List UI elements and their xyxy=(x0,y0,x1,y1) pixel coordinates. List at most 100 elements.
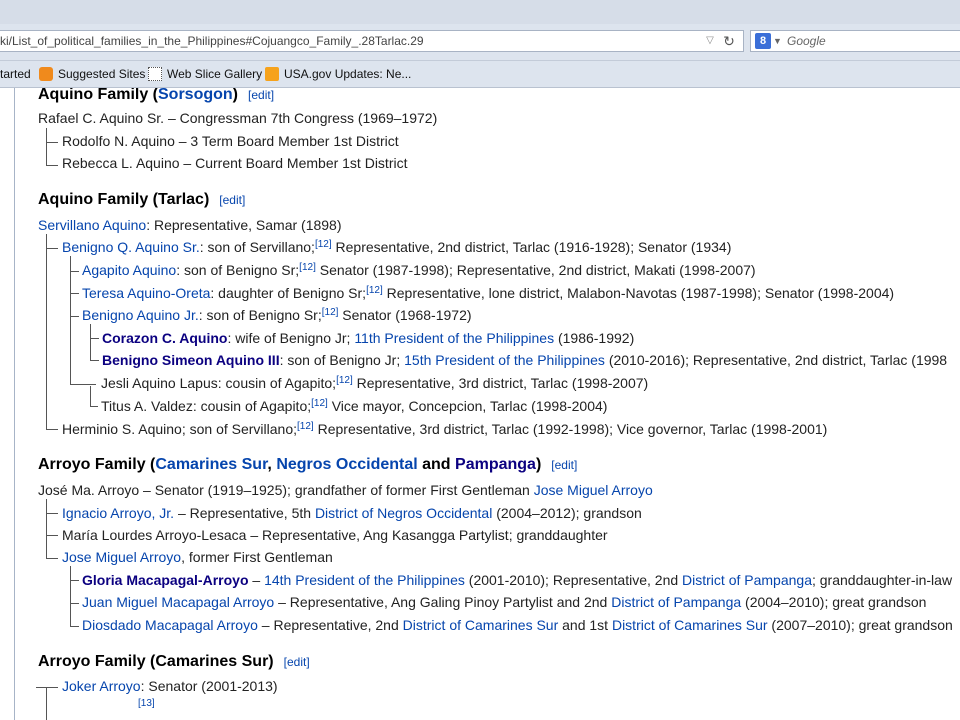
list-item: Herminio S. Aquino; son of Servillano;[1… xyxy=(62,421,828,437)
list-item: Gloria Macapagal-Arroyo – 14th President… xyxy=(82,572,953,588)
list-item: Corazon C. Aquino: wife of Benigno Jr; 1… xyxy=(102,330,635,346)
list-item: Teresa Aquino-Oreta: daughter of Benigno… xyxy=(82,285,895,301)
heading-link-camarines-sur[interactable]: Camarines Sur xyxy=(155,456,267,473)
person-link[interactable]: Joker Arroyo xyxy=(62,678,141,694)
title-strip xyxy=(0,0,960,24)
tree-connector xyxy=(46,234,47,429)
list-item: Benigno Aquino Jr.: son of Benigno Sr;[1… xyxy=(82,307,472,323)
citation-link[interactable]: [12] xyxy=(322,307,339,318)
tree-connector xyxy=(46,535,58,536)
citation-link[interactable]: [12] xyxy=(297,421,314,432)
list-item: Titus A. Valdez: cousin of Agapito;[12] … xyxy=(101,398,608,414)
list-item: Ignacio Arroyo, Jr. – Representative, 5t… xyxy=(62,505,642,521)
search-input[interactable]: Google xyxy=(787,31,826,51)
person-link[interactable]: Corazon C. Aquino xyxy=(102,330,227,346)
district-link[interactable]: District of Pampanga xyxy=(682,572,812,588)
office-link[interactable]: 11th President of the Philippines xyxy=(354,330,554,346)
section-heading-arroyo-camarines-sur: Arroyo Family (Camarines Sur) [edit] xyxy=(38,653,310,670)
rss-feed-icon xyxy=(265,67,279,81)
office-link[interactable]: 14th President of the Philippines xyxy=(264,572,465,588)
heading-link-negros-occidental[interactable]: Negros Occidental xyxy=(276,456,417,473)
bookmark-web-slice-gallery[interactable]: Web Slice Gallery xyxy=(148,66,262,82)
list-item: María Lourdes Arroyo-Lesaca – Representa… xyxy=(62,527,608,543)
person-link[interactable]: Servillano Aquino xyxy=(38,217,146,233)
citation-link[interactable]: [12] xyxy=(336,375,353,386)
address-url[interactable]: ki/List_of_political_families_in_the_Phi… xyxy=(0,31,424,51)
bookmark-getting-started[interactable]: tarted xyxy=(0,66,31,82)
list-item: Servillano Aquino: Representative, Samar… xyxy=(38,217,342,233)
bookmark-usa-gov[interactable]: USA.gov Updates: Ne... xyxy=(265,66,411,82)
tree-connector xyxy=(36,687,58,688)
search-engine-icon[interactable]: 8 xyxy=(755,33,771,49)
tree-connector xyxy=(90,386,91,406)
district-link[interactable]: District of Camarines Sur xyxy=(612,617,768,633)
citation-link[interactable]: [12] xyxy=(315,239,332,250)
list-item: Jesli Aquino Lapus: cousin of Agapito;[1… xyxy=(101,375,649,391)
list-item: Joker Arroyo: Senator (2001-2013) xyxy=(62,678,278,694)
edit-link[interactable]: [edit] xyxy=(284,655,310,669)
tree-connector xyxy=(70,293,79,294)
person-link[interactable]: Gloria Macapagal-Arroyo xyxy=(82,572,249,588)
tree-connector xyxy=(46,128,47,165)
edit-link[interactable]: [edit] xyxy=(551,458,577,472)
person-link[interactable]: Juan Miguel Macapagal Arroyo xyxy=(82,594,274,610)
section-heading-arroyo-family: Arroyo Family (Camarines Sur, Negros Occ… xyxy=(38,456,578,473)
citation-link[interactable]: [12] xyxy=(311,398,328,409)
person-link[interactable]: Benigno Aquino Jr. xyxy=(82,307,199,323)
person-link[interactable]: Benigno Simeon Aquino III xyxy=(102,352,280,368)
tree-connector xyxy=(46,558,58,559)
tree-connector xyxy=(46,499,47,558)
list-item: Benigno Simeon Aquino III: son of Benign… xyxy=(102,352,948,368)
search-box[interactable]: 8 ▼ Google xyxy=(750,30,960,52)
tree-connector xyxy=(70,271,79,272)
tree-connector xyxy=(70,626,79,627)
list-item: Diosdado Macapagal Arroyo – Representati… xyxy=(82,617,953,633)
citation-link[interactable]: [13] xyxy=(138,698,155,709)
citation-link[interactable]: [12] xyxy=(366,285,383,296)
person-link[interactable]: Agapito Aquino xyxy=(82,262,176,278)
tree-connector xyxy=(46,165,58,166)
list-item: Rebecca L. Aquino – Current Board Member… xyxy=(62,155,408,171)
address-bar[interactable]: ki/List_of_political_families_in_the_Phi… xyxy=(0,30,744,52)
person-link[interactable]: Benigno Q. Aquino Sr. xyxy=(62,239,200,255)
tree-connector xyxy=(46,513,58,514)
person-link[interactable]: Ignacio Arroyo, Jr. xyxy=(62,505,174,521)
office-link[interactable]: 15th President of the Philippines xyxy=(404,352,605,368)
district-link[interactable]: District of Camarines Sur xyxy=(403,617,559,633)
tree-connector xyxy=(90,360,99,361)
search-engine-dropdown-icon[interactable]: ▼ xyxy=(773,31,782,51)
district-link[interactable]: District of Negros Occidental xyxy=(315,505,492,521)
tree-connector xyxy=(46,687,47,720)
list-item: [13] xyxy=(138,698,155,714)
tree-connector xyxy=(70,384,96,385)
tree-connector xyxy=(70,603,79,604)
chevron-down-icon[interactable]: ▽ xyxy=(703,31,717,51)
person-link[interactable]: Teresa Aquino-Oreta xyxy=(82,285,210,301)
address-toolbar: ki/List_of_political_families_in_the_Phi… xyxy=(0,24,960,61)
person-link[interactable]: Jose Miguel Arroyo xyxy=(534,482,653,498)
bookmark-suggested-sites[interactable]: Suggested Sites xyxy=(39,66,145,82)
list-item: José Ma. Arroyo – Senator (1919–1925); g… xyxy=(38,482,653,498)
list-item: Rodolfo N. Aquino – 3 Term Board Member … xyxy=(62,133,399,149)
tree-connector xyxy=(46,429,58,430)
list-item: Benigno Q. Aquino Sr.: son of Servillano… xyxy=(62,239,732,255)
suggested-sites-icon xyxy=(39,67,53,81)
citation-link[interactable]: [12] xyxy=(299,262,316,273)
edit-link[interactable]: [edit] xyxy=(219,193,245,207)
heading-link-pampanga[interactable]: Pampanga xyxy=(455,456,536,473)
refresh-icon[interactable]: ↻ xyxy=(721,31,737,51)
web-slice-icon xyxy=(148,67,162,81)
list-item: Jose Miguel Arroyo, former First Gentlem… xyxy=(62,549,333,565)
person-link[interactable]: Diosdado Macapagal Arroyo xyxy=(82,617,258,633)
tree-connector xyxy=(70,316,79,317)
heading-link-sorsogon[interactable]: Sorsogon xyxy=(158,88,233,103)
tree-connector xyxy=(90,406,98,407)
district-link[interactable]: District of Pampanga xyxy=(611,594,741,610)
person-link[interactable]: Jose Miguel Arroyo xyxy=(62,549,181,565)
tree-connector xyxy=(46,248,58,249)
bookmarks-bar: tarted Suggested Sites Web Slice Gallery… xyxy=(0,61,960,88)
article-content: Aquino Family (Sorsogon) [edit] Rafael C.… xyxy=(0,88,960,720)
list-item: Rafael C. Aquino Sr. – Congressman 7th C… xyxy=(38,110,438,126)
tree-connector xyxy=(90,324,91,360)
edit-link[interactable]: [edit] xyxy=(248,88,274,102)
